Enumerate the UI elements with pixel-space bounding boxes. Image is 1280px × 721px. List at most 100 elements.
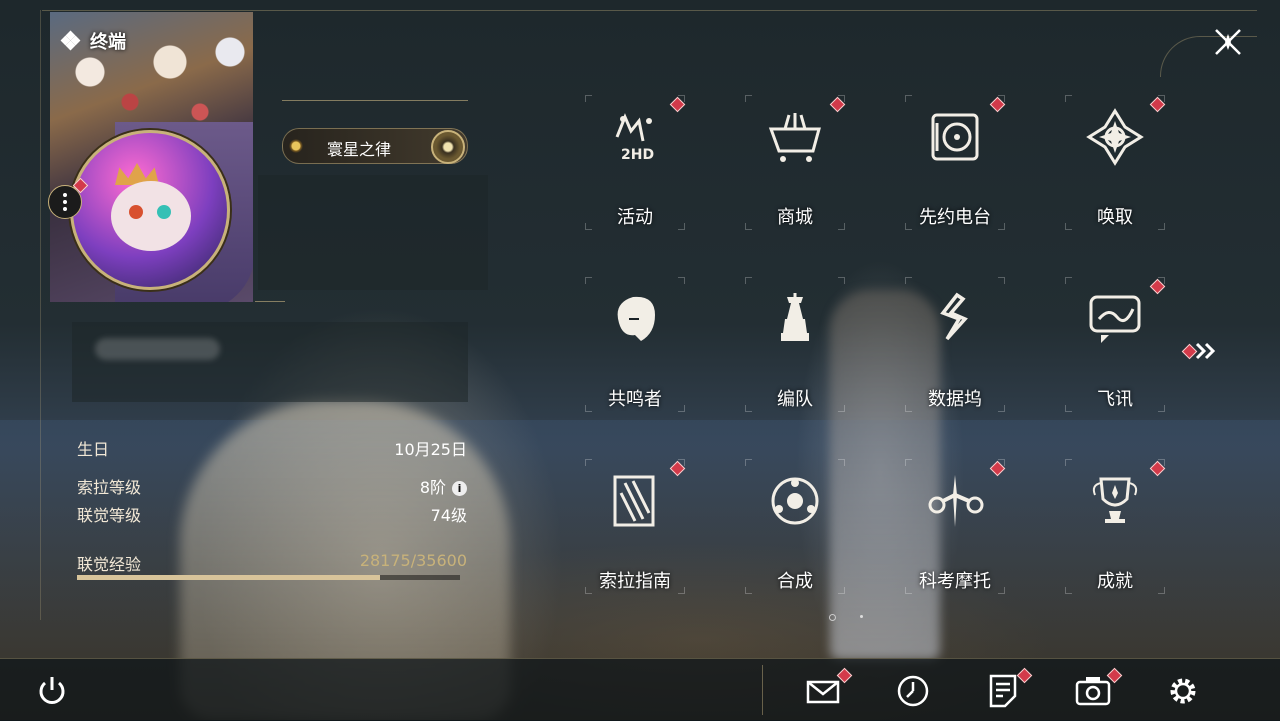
- menu-tile-label: 共鸣者: [608, 389, 662, 410]
- menu-tile-12[interactable]: 成就: [1065, 459, 1166, 594]
- menu-tile-2[interactable]: 商城: [745, 95, 846, 230]
- stat-label: 联觉经验: [77, 555, 142, 574]
- clock-icon: [897, 675, 929, 707]
- tile-corner: [585, 277, 592, 284]
- tile-corner: [585, 95, 592, 102]
- guide-icon: [613, 475, 655, 527]
- page-title: 终端: [90, 32, 126, 53]
- blurred-signature-area: [72, 322, 468, 402]
- menu-tile-11[interactable]: 科考摩托: [905, 459, 1006, 594]
- stat-value: 8阶: [419, 478, 446, 497]
- resonator-icon: [617, 296, 655, 341]
- bottom-divider: [762, 665, 763, 715]
- clock-button[interactable]: [893, 670, 933, 710]
- experience-progress-bar: [77, 575, 460, 580]
- menu-tile-7[interactable]: 数据坞: [905, 277, 1005, 412]
- stat-value: 74级: [430, 506, 467, 525]
- tile-corner: [745, 277, 752, 284]
- menu-tile-label: 活动: [617, 207, 653, 228]
- stat-value: 28175/35600: [359, 551, 467, 570]
- close-icon: [1215, 29, 1241, 55]
- page-dot-active: [829, 614, 836, 621]
- menu-tile-label: 先约电台: [919, 207, 991, 228]
- stat-sola-level: 索拉等级 8阶 i: [77, 474, 467, 498]
- next-page-button[interactable]: [1181, 340, 1223, 362]
- menu-tile-5[interactable]: 共鸣者: [585, 277, 685, 412]
- tile-corner: [1065, 95, 1072, 102]
- stat-union-level: 联觉等级 74级: [77, 502, 467, 526]
- stat-experience: 联觉经验 28175/35600: [77, 551, 467, 575]
- tile-corner: [838, 459, 845, 466]
- stat-birthday: 生日 10月25日: [77, 436, 467, 460]
- menu-tile-4[interactable]: 唤取: [1065, 95, 1166, 230]
- camera-button[interactable]: [1073, 667, 1123, 710]
- menu-tile-label: 编队: [777, 389, 813, 410]
- menu-tile-8[interactable]: 飞讯: [1065, 277, 1166, 412]
- menu-tile-label: 科考摩托: [919, 571, 991, 592]
- profile-more-button[interactable]: [48, 185, 82, 219]
- tile-corner: [745, 95, 752, 102]
- title-badge-label: 寰星之律: [327, 140, 392, 159]
- svg-text:2HD: 2HD: [621, 147, 654, 163]
- tile-corner: [745, 459, 752, 466]
- menu-tile-label: 索拉指南: [599, 571, 671, 592]
- frame-left-line: [40, 10, 41, 620]
- menu-tile-9[interactable]: 索拉指南: [585, 459, 686, 594]
- stat-label: 索拉等级: [77, 478, 142, 497]
- menu-tile-10[interactable]: 合成: [745, 459, 845, 594]
- divider: [255, 301, 285, 302]
- avatar[interactable]: [70, 130, 230, 290]
- menu-tile-label: 合成: [777, 571, 813, 592]
- sun-icon: [289, 139, 303, 153]
- data-dock-icon: [940, 292, 968, 341]
- stat-value-wrap: 8阶 i: [420, 474, 467, 498]
- terminal-icon: [60, 30, 81, 51]
- menu-tile-label: 飞讯: [1097, 389, 1133, 410]
- blurred-signature-text: [95, 338, 220, 360]
- settings-button[interactable]: [1163, 670, 1203, 710]
- summon-icon: [1086, 108, 1144, 166]
- notice-button[interactable]: [983, 667, 1033, 710]
- stat-value: 10月25日: [394, 440, 467, 459]
- menu-tile-6[interactable]: 编队: [745, 277, 845, 412]
- divider: [282, 100, 468, 101]
- menu-tile-label: 商城: [777, 207, 813, 228]
- tile-corner: [905, 459, 912, 466]
- menu-tile-label: 成就: [1097, 571, 1133, 592]
- experience-progress-fill: [77, 575, 380, 580]
- page-title-wrap: 终端: [60, 28, 126, 54]
- mail-button[interactable]: [803, 667, 853, 710]
- event-icon: 2HD: [615, 113, 654, 163]
- avatar-face: [111, 181, 191, 251]
- tile-corner: [585, 459, 592, 466]
- info-icon[interactable]: i: [452, 481, 467, 496]
- tile-corner: [905, 277, 912, 284]
- close-button[interactable]: [1208, 22, 1248, 62]
- tile-corner: [998, 277, 1005, 284]
- stat-label: 联觉等级: [77, 506, 142, 525]
- tile-corner: [1065, 277, 1072, 284]
- tile-corner: [678, 277, 685, 284]
- team-chess-icon: [781, 293, 809, 341]
- avatar-eye-left: [129, 205, 143, 219]
- trophy-icon: [1092, 477, 1138, 523]
- title-badge[interactable]: 寰星之律: [282, 128, 468, 164]
- stat-label: 生日: [77, 440, 110, 459]
- menu-tile-label: 数据坞: [928, 389, 982, 410]
- synthesis-icon: [771, 477, 819, 525]
- badge-orb-icon: [431, 130, 465, 164]
- power-icon: [39, 677, 65, 704]
- frame-top-line: [42, 10, 1257, 11]
- motorcycle-icon: [928, 475, 984, 527]
- radio-icon: [931, 113, 979, 161]
- menu-tile-1[interactable]: 2HD 活动: [585, 95, 686, 230]
- menu-tile-3[interactable]: 先约电台: [905, 95, 1006, 230]
- power-button[interactable]: [32, 670, 72, 710]
- settings-icon: [1170, 678, 1196, 704]
- message-icon: [1089, 295, 1141, 343]
- tile-corner: [1065, 459, 1072, 466]
- tile-corner: [905, 95, 912, 102]
- page-dot: [860, 615, 863, 618]
- avatar-eye-right: [157, 205, 171, 219]
- tile-corner: [838, 277, 845, 284]
